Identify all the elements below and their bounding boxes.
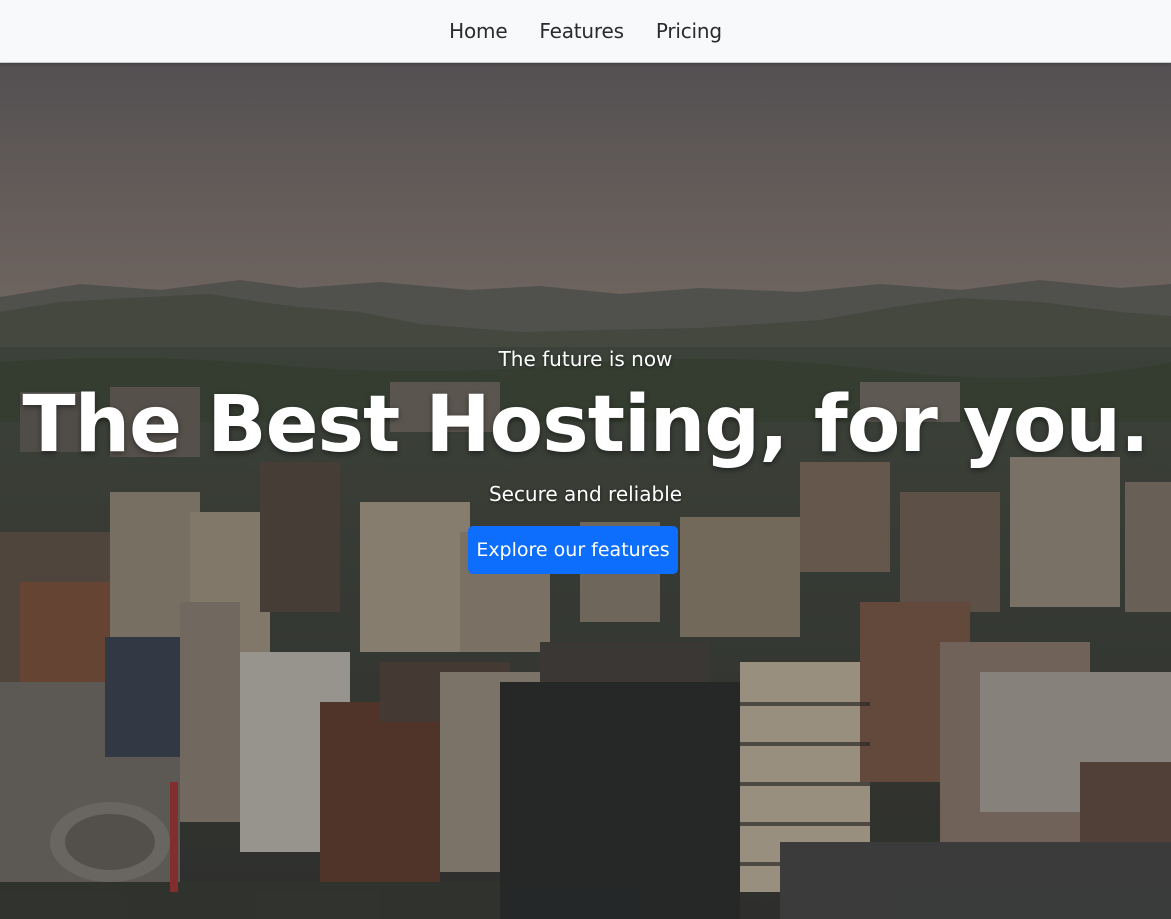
nav-link-features[interactable]: Features (539, 19, 624, 43)
hero-eyebrow: The future is now (498, 347, 673, 371)
hero-subline: Secure and reliable (488, 482, 683, 506)
nav-link-home[interactable]: Home (449, 19, 507, 43)
nav-link-pricing[interactable]: Pricing (656, 19, 722, 43)
explore-features-button[interactable]: Explore our features (468, 526, 678, 574)
hero-section: The future is now The Best Hosting, for … (0, 62, 1171, 919)
hero-headline: The Best Hosting, for you. (22, 380, 1149, 470)
top-navbar: Home Features Pricing (0, 0, 1171, 63)
